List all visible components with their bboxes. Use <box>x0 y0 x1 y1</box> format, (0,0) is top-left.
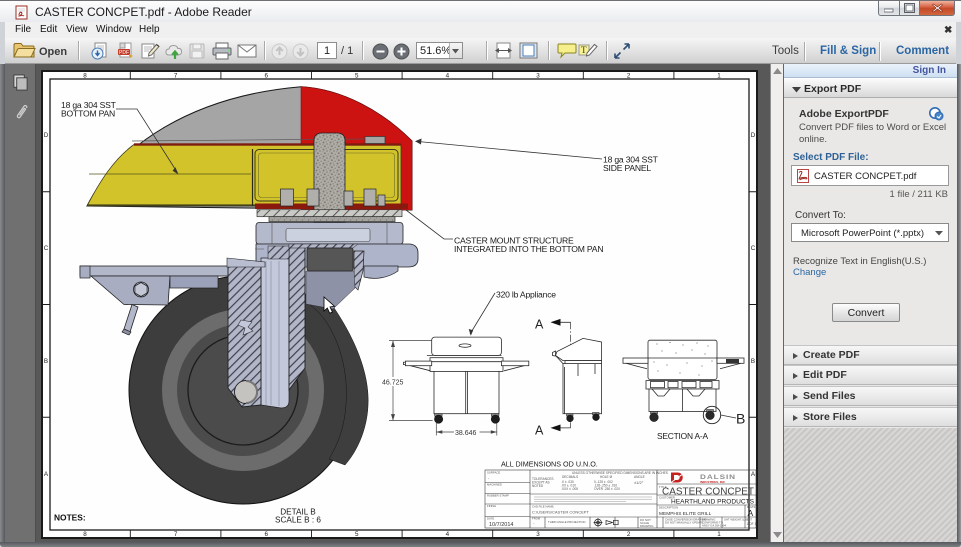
svg-text:C: C <box>44 245 49 252</box>
svg-text:7: 7 <box>174 73 178 80</box>
svg-text:C:\USERS\CASTER CONCEPT: C:\USERS\CASTER CONCEPT <box>532 510 589 515</box>
svg-text:HOLE Ø: HOLE Ø <box>600 475 613 479</box>
svg-text:-: - <box>533 520 535 525</box>
svg-text:B: B <box>751 358 755 365</box>
svg-text:2: 2 <box>627 73 631 80</box>
svg-text:6: 6 <box>264 73 268 80</box>
svg-text:T: T <box>581 45 587 55</box>
svg-text:DO NOT MANUALLY UPDATE: DO NOT MANUALLY UPDATE <box>665 521 703 525</box>
svg-text:D: D <box>44 132 49 139</box>
svg-text:FINISH: FINISH <box>487 504 496 508</box>
svg-text:1: 1 <box>717 73 721 80</box>
svg-text:B: B <box>44 358 48 365</box>
svg-text:A: A <box>44 471 49 478</box>
svg-text:A: A <box>535 424 544 438</box>
svg-text:PDF: PDF <box>119 50 129 56</box>
svg-text:7: 7 <box>174 531 178 538</box>
svg-text:4: 4 <box>446 73 450 80</box>
svg-text:INTEGRATED INTO THE BOTTOM PAN: INTEGRATED INTO THE BOTTOM PAN <box>454 244 603 254</box>
svg-text:BOTTOM PAN: BOTTOM PAN <box>61 109 115 119</box>
svg-text:5: 5 <box>355 73 359 80</box>
svg-text:SHT: SHT <box>747 518 753 522</box>
svg-text:38.646: 38.646 <box>455 430 477 437</box>
svg-text:DESCRIPTION: DESCRIPTION <box>659 506 678 510</box>
svg-text:NOTED: NOTED <box>532 484 544 488</box>
svg-text:CAD FILE NAME:: CAD FILE NAME: <box>532 505 554 509</box>
svg-text:10/7/2014: 10/7/2014 <box>489 522 513 528</box>
svg-text:MEMPHIS ELITE GRILL: MEMPHIS ELITE GRILL <box>659 511 712 517</box>
svg-text:RUBBER STAMP: RUBBER STAMP <box>487 494 509 498</box>
svg-text:SURFACE: SURFACE <box>487 471 500 475</box>
svg-text:DECIMALS: DECIMALS <box>562 475 578 479</box>
svg-text:ANSI Y14.5M-1994: ANSI Y14.5M-1994 <box>702 524 726 528</box>
svg-text:ANGLE: ANGLE <box>634 475 645 479</box>
svg-text:INDUSTRIES, INC: INDUSTRIES, INC <box>700 480 726 484</box>
svg-text:3: 3 <box>536 531 540 538</box>
svg-text:A: A <box>751 471 756 478</box>
svg-text:A: A <box>748 508 754 518</box>
svg-text:4: 4 <box>446 531 450 538</box>
svg-text:8: 8 <box>83 73 87 80</box>
svg-text:OVER .250 ± .020: OVER .250 ± .020 <box>594 487 620 491</box>
svg-text:A: A <box>535 318 544 332</box>
svg-text:.XXX ± .005: .XXX ± .005 <box>561 487 578 491</box>
svg-text:B: B <box>736 411 745 427</box>
svg-text:ALL DIMENSIONS OD U.N.O.: ALL DIMENSIONS OD U.N.O. <box>501 460 598 469</box>
svg-text:320 lb Appliance: 320 lb Appliance <box>496 290 556 300</box>
svg-text:1 OF 1: 1 OF 1 <box>747 522 757 526</box>
svg-text:C: C <box>751 245 756 252</box>
svg-text:2: 2 <box>627 531 631 538</box>
svg-text:THIRD ANGLE PROJECTION: THIRD ANGLE PROJECTION <box>548 520 585 524</box>
svg-text:46.725: 46.725 <box>382 380 404 387</box>
svg-text:6: 6 <box>264 531 268 538</box>
svg-text:1: 1 <box>717 531 721 538</box>
svg-text:3: 3 <box>536 73 540 80</box>
svg-text:D: D <box>751 132 756 139</box>
svg-text:MACHINED: MACHINED <box>487 483 502 487</box>
svg-text:SIDE PANEL: SIDE PANEL <box>603 163 651 173</box>
svg-text:NOTES:: NOTES: <box>54 513 86 523</box>
svg-text:DATE: DATE <box>487 517 494 521</box>
svg-text:UNLESS OTHERWISE SPECIFIED DIM: UNLESS OTHERWISE SPECIFIED DIMENSIONS AR… <box>572 471 668 475</box>
svg-text:8: 8 <box>83 531 87 538</box>
svg-text:±1/2°: ±1/2° <box>634 480 644 485</box>
svg-text:DRAWING: DRAWING <box>640 524 653 528</box>
svg-text:5: 5 <box>355 531 359 538</box>
svg-text:HEARTHLAND PRODUCTS: HEARTHLAND PRODUCTS <box>671 499 754 506</box>
svg-text:SECTION A-A: SECTION A-A <box>657 431 708 441</box>
svg-text:SCALE B : 6: SCALE B : 6 <box>275 516 321 525</box>
svg-text:CASTER CONCPET: CASTER CONCPET <box>662 487 754 498</box>
svg-text:-: - <box>488 475 490 480</box>
